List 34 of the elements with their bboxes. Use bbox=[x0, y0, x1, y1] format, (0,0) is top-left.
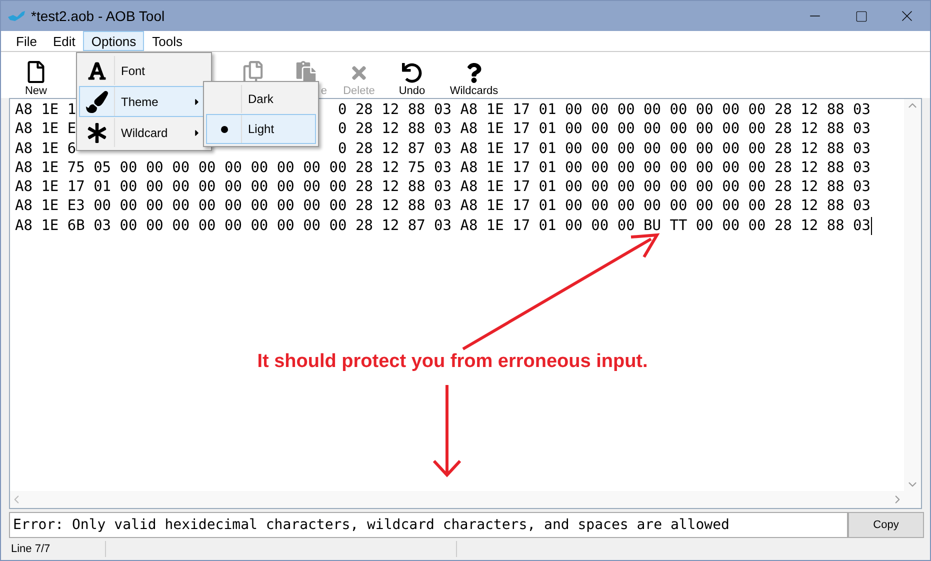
hex-line: A8 1E E3 00 00 00 00 00 00 00 00 00 00 28 12 88 03 A8 1E 17 01 00 00 00 00 00 00 00 00 28 12 88 03 bbox=[15, 197, 871, 216]
wildcards-button[interactable]: Wildcards bbox=[440, 54, 508, 98]
hex-line: A8 1E 17 01 00 00 00 00 00 00 00 00 00 28 12 88 03 A8 1E 17 01 00 00 00 00 00 00 00 00 28 12 88 03 bbox=[15, 178, 871, 198]
hex-line: 0 28 12 87 03 A8 1E 17 01 00 00 00 00 00 00 00 00 28 12 88 03 bbox=[338, 140, 870, 159]
window-title: *test2.aob - AOB Tool bbox=[31, 8, 165, 24]
font-icon bbox=[87, 60, 107, 80]
horizontal-scrollbar[interactable] bbox=[10, 491, 904, 508]
menu-item[interactable]: Options bbox=[83, 31, 144, 51]
error-message-field[interactable]: Error: Only valid hexidecimal characters, wildcard characters, and spaces are allowed bbox=[9, 512, 848, 538]
annotation-text: It should protect you from erroneous input. bbox=[257, 351, 648, 373]
hex-line: A8 1E 1 bbox=[15, 101, 76, 120]
undo-button[interactable]: Undo bbox=[387, 54, 437, 98]
hex-line: 0 28 12 88 03 A8 1E 17 01 00 00 00 00 00 00 00 00 28 12 88 03 bbox=[338, 101, 870, 120]
menu-item[interactable]: Edit bbox=[44, 31, 84, 51]
app-logo-icon bbox=[7, 9, 27, 23]
menu-item[interactable]: Tools bbox=[144, 31, 191, 51]
hex-line: A8 1E 75 05 00 00 00 00 00 00 00 00 00 28 12 75 03 A8 1E 17 01 00 00 00 00 00 00 00 00 28 12 88 03 bbox=[15, 158, 871, 178]
new-file-icon bbox=[25, 61, 47, 83]
hex-line: A8 1E 6 bbox=[15, 140, 76, 159]
maximize-icon[interactable] bbox=[854, 10, 868, 22]
vertical-scrollbar[interactable] bbox=[904, 99, 921, 491]
menu-item[interactable]: File bbox=[8, 31, 45, 51]
hex-line: A8 1E 6B 03 00 00 00 00 00 00 00 00 00 28 12 87 03 A8 1E 17 01 00 00 00 BU TT 00 00 00 28 12 88 03 bbox=[15, 216, 871, 236]
undo-icon bbox=[402, 63, 422, 83]
paint-brush-icon bbox=[86, 90, 108, 112]
asterisk-icon bbox=[87, 122, 107, 142]
line-status: Line 7/7 bbox=[11, 543, 50, 555]
new-button[interactable]: New bbox=[11, 54, 61, 98]
hex-line: 0 28 12 88 03 A8 1E 17 01 00 00 00 00 00 00 00 00 28 12 88 03 bbox=[338, 120, 870, 140]
menu-item[interactable]: Light bbox=[206, 114, 316, 144]
hex-line: A8 1E E bbox=[15, 120, 76, 140]
delete-icon bbox=[349, 63, 369, 83]
radio-bullet-icon bbox=[220, 126, 228, 132]
copy-button[interactable]: Copy bbox=[848, 512, 924, 538]
